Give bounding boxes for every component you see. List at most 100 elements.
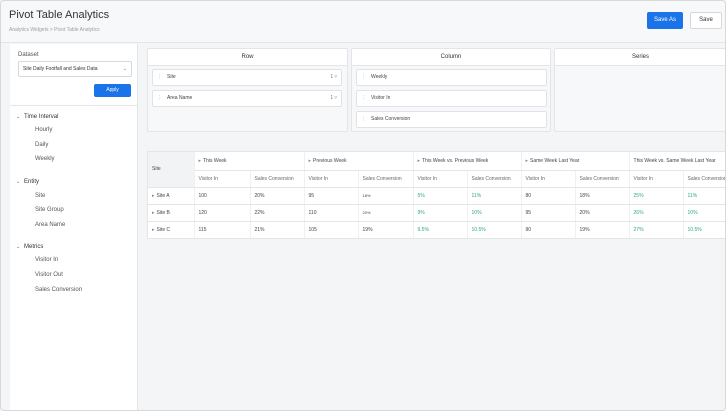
table-cell: 10% — [467, 204, 522, 222]
table-row: ▸ Site A 100 20% 95 18% 5% 11% 80 18% 25% 11% — [148, 187, 725, 205]
divider — [10, 105, 138, 106]
group-entity[interactable]: ⌄ Entity — [16, 179, 39, 185]
row-site-c[interactable]: ▸ Site C — [148, 221, 195, 238]
col-group-this-week[interactable]: ▸ This Week — [194, 152, 305, 171]
table-cell: 95 — [304, 187, 359, 205]
column-chip-weekly[interactable]: ⋮ Weekly — [356, 69, 547, 86]
column-header: Visitor In — [521, 170, 576, 188]
table-cell: 115 — [194, 221, 251, 238]
drag-handle-icon[interactable]: ⋮ — [157, 70, 162, 85]
row-chip-site[interactable]: ⋮ Site 1 ▿ — [152, 69, 342, 86]
field-daily[interactable]: Daily — [35, 142, 48, 148]
caret-down-icon: ⌄ — [16, 114, 21, 120]
page-title: Pivot Table Analytics — [9, 9, 110, 21]
row-site-b[interactable]: ▸ Site B — [148, 204, 195, 222]
drag-handle-icon[interactable]: ⋮ — [361, 112, 366, 127]
column-zone[interactable]: Column ⋮ Weekly ⋮ Visitor In ⋮ Sales Con… — [351, 48, 551, 132]
apply-button[interactable]: Apply — [94, 84, 131, 97]
column-header: Sales Conversion — [250, 170, 305, 188]
drag-handle-icon[interactable]: ⋮ — [361, 91, 366, 106]
row-zone[interactable]: Row ⋮ Site 1 ▿ ⋮ Area Name 1 ▿ — [147, 48, 348, 132]
column-header: Visitor In — [194, 170, 251, 188]
field-weekly[interactable]: Weekly — [35, 156, 55, 162]
table-cell: 10.5% — [467, 221, 522, 238]
table-cell: 19% — [358, 221, 414, 238]
column-header: Sales Conversion — [467, 170, 522, 188]
col-group-this-vs-last-year[interactable]: This Week vs. Same Week Last Year — [629, 152, 725, 171]
table-cell: 19% — [575, 221, 630, 238]
table-cell: 18% — [358, 187, 414, 205]
table-cell: 9% — [413, 204, 468, 222]
row-zone-title: Row — [148, 49, 347, 66]
column-header: Visitor In — [413, 170, 468, 188]
table-cell: 120 — [194, 204, 251, 222]
caret-down-icon: ⌄ — [16, 179, 21, 185]
table-cell: 21% — [250, 221, 305, 238]
drag-handle-icon[interactable]: ⋮ — [361, 70, 366, 85]
caret-down-icon: ⌄ — [16, 244, 21, 250]
dataset-select[interactable]: Site Daily Footfall and Sales Data ⌄ — [18, 61, 132, 77]
row-chip-area-name[interactable]: ⋮ Area Name 1 ▿ — [152, 90, 342, 107]
series-zone[interactable]: Series — [554, 48, 725, 132]
filter-icon[interactable]: 1 ▿ — [330, 91, 337, 106]
col-group-this-vs-previous[interactable]: ▸ This Week vs. Previous Week — [413, 152, 522, 171]
field-visitor-out[interactable]: Visitor Out — [35, 272, 63, 278]
app-window: Pivot Table Analytics Analytics Widgets … — [0, 0, 726, 411]
field-site-group[interactable]: Site Group — [35, 207, 64, 213]
sidebar: Dataset Site Daily Footfall and Sales Da… — [10, 44, 138, 410]
table-cell: 5% — [413, 187, 468, 205]
table-cell: 20% — [250, 187, 305, 205]
column-header: Visitor In — [304, 170, 359, 188]
table-group-header: Site ▸ This Week ▸ Previous Week ▸ This Wee… — [148, 152, 725, 188]
table-cell: 25% — [629, 187, 684, 205]
row-site-a[interactable]: ▸ Site A — [148, 187, 195, 205]
column-zone-title: Column — [352, 49, 550, 66]
table-cell: 10% — [683, 204, 725, 222]
table-cell: 80 — [521, 187, 576, 205]
table-cell: 90 — [521, 221, 576, 238]
table-subheader: Visitor In Sales Conversion Visitor In Sal… — [148, 170, 725, 188]
table-cell: 100 — [194, 187, 251, 205]
field-area-name[interactable]: Area Name — [35, 222, 65, 228]
filter-icon[interactable]: 1 ▿ — [330, 70, 337, 85]
field-sales-conversion[interactable]: Sales Conversion — [35, 287, 82, 293]
table-cell: 110 — [304, 204, 359, 222]
column-chip-sales-conversion[interactable]: ⋮ Sales Conversion — [356, 111, 547, 128]
row-header-site: Site — [148, 152, 195, 188]
table-cell: 20% — [358, 204, 414, 222]
breadcrumb[interactable]: Analytics Widgets > Pivot Table Analytic… — [9, 27, 100, 33]
table-cell: 26% — [629, 204, 684, 222]
table-cell: 95 — [521, 204, 576, 222]
column-header: Visitor In — [629, 170, 684, 188]
column-header: Sales Conversion — [683, 170, 725, 188]
group-time-interval[interactable]: ⌄ Time Interval — [16, 114, 58, 120]
table-cell: 18% — [575, 187, 630, 205]
column-header: Sales Conversion — [575, 170, 630, 188]
col-group-previous-week[interactable]: ▸ Previous Week — [304, 152, 414, 171]
field-site[interactable]: Site — [35, 193, 45, 199]
chevron-down-icon: ⌄ — [122, 66, 127, 72]
table-row: ▸ Site C 115 21% 105 19% 9.5% 10.5% 90 19% 27… — [148, 221, 725, 238]
save-button[interactable]: Save — [690, 12, 722, 29]
table-row: ▸ Site B 120 22% 110 20% 9% 10% 95 20% 26% 10% — [148, 204, 725, 222]
dataset-label: Dataset — [18, 52, 39, 58]
col-group-same-week-last-year[interactable]: ▸ Same Week Last Year — [521, 152, 630, 171]
series-zone-title: Series — [555, 49, 725, 66]
pivot-table: Site ▸ This Week ▸ Previous Week ▸ This Wee… — [147, 151, 725, 239]
table-cell: 11% — [683, 187, 725, 205]
column-header: Sales Conversion — [358, 170, 414, 188]
table-cell: 27% — [629, 221, 684, 238]
drag-handle-icon[interactable]: ⋮ — [157, 91, 162, 106]
header: Pivot Table Analytics Analytics Widgets … — [1, 1, 725, 43]
field-hourly[interactable]: Hourly — [35, 127, 52, 133]
table-cell: 22% — [250, 204, 305, 222]
table-cell: 105 — [304, 221, 359, 238]
table-cell: 10.5% — [683, 221, 725, 238]
save-as-button[interactable]: Save As — [647, 12, 683, 29]
group-metrics[interactable]: ⌄ Metrics — [16, 244, 43, 250]
table-cell: 20% — [575, 204, 630, 222]
field-visitor-in[interactable]: Visitor In — [35, 257, 58, 263]
table-cell: 11% — [467, 187, 522, 205]
dataset-value: Site Daily Footfall and Sales Data — [23, 66, 98, 72]
column-chip-visitor-in[interactable]: ⋮ Visitor In — [356, 90, 547, 107]
